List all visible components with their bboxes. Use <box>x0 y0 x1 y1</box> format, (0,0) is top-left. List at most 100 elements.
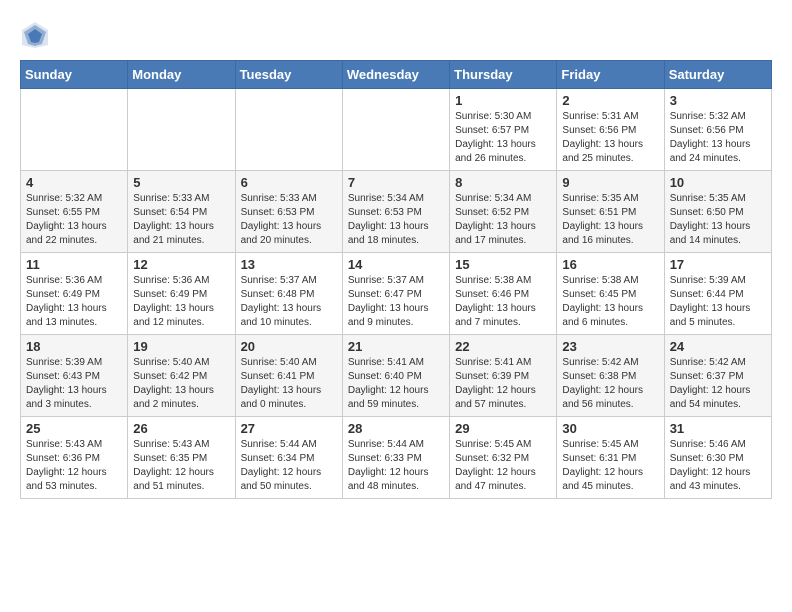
calendar-cell: 1 Sunrise: 5:30 AM Sunset: 6:57 PM Daylig… <box>450 89 557 171</box>
day-info: Sunrise: 5:33 AM Sunset: 6:54 PM Dayligh… <box>133 192 229 248</box>
calendar-cell: 27Sunrise: 5:44 AM Sunset: 6:34 PM Dayli… <box>235 417 342 499</box>
day-info: Sunrise: 5:40 AM Sunset: 6:41 PM Dayligh… <box>241 356 337 412</box>
day-info: Sunrise: 5:36 AM Sunset: 6:49 PM Dayligh… <box>133 274 229 330</box>
calendar-week-row: 1 Sunrise: 5:30 AM Sunset: 6:57 PM Daylig… <box>21 89 772 171</box>
day-number: 12 <box>133 257 229 272</box>
day-info: Sunrise: 5:43 AM Sunset: 6:36 PM Dayligh… <box>26 438 122 494</box>
calendar-cell: 6 Sunrise: 5:33 AM Sunset: 6:53 PM Daylig… <box>235 171 342 253</box>
day-info: Sunrise: 5:34 AM Sunset: 6:53 PM Dayligh… <box>348 192 444 248</box>
day-info: Sunrise: 5:43 AM Sunset: 6:35 PM Dayligh… <box>133 438 229 494</box>
calendar-cell: 15 Sunrise: 5:38 AM Sunset: 6:46 PM Dayli… <box>450 253 557 335</box>
day-info: Sunrise: 5:40 AM Sunset: 6:42 PM Dayligh… <box>133 356 229 412</box>
day-number: 15 <box>455 257 551 272</box>
calendar-cell: 7 Sunrise: 5:34 AM Sunset: 6:53 PM Daylig… <box>342 171 449 253</box>
calendar-cell: 31 Sunrise: 5:46 AM Sunset: 6:30 PM Dayli… <box>664 417 771 499</box>
day-number: 29 <box>455 421 551 436</box>
day-info: Sunrise: 5:41 AM Sunset: 6:40 PM Dayligh… <box>348 356 444 412</box>
day-info: Sunrise: 5:34 AM Sunset: 6:52 PM Dayligh… <box>455 192 551 248</box>
day-number: 25 <box>26 421 122 436</box>
day-info: Sunrise: 5:35 AM Sunset: 6:51 PM Dayligh… <box>562 192 658 248</box>
day-number: 2 <box>562 93 658 108</box>
day-number: 13 <box>241 257 337 272</box>
day-info: Sunrise: 5:36 AM Sunset: 6:49 PM Dayligh… <box>26 274 122 330</box>
day-header-tuesday: Tuesday <box>235 61 342 89</box>
calendar-cell: 8 Sunrise: 5:34 AM Sunset: 6:52 PM Daylig… <box>450 171 557 253</box>
calendar-cell: 4 Sunrise: 5:32 AM Sunset: 6:55 PM Daylig… <box>21 171 128 253</box>
day-info: Sunrise: 5:42 AM Sunset: 6:37 PM Dayligh… <box>670 356 766 412</box>
day-info: Sunrise: 5:35 AM Sunset: 6:50 PM Dayligh… <box>670 192 766 248</box>
calendar-cell: 14 Sunrise: 5:37 AM Sunset: 6:47 PM Dayli… <box>342 253 449 335</box>
calendar-cell: 21 Sunrise: 5:41 AM Sunset: 6:40 PM Dayli… <box>342 335 449 417</box>
day-info: Sunrise: 5:33 AM Sunset: 6:53 PM Dayligh… <box>241 192 337 248</box>
logo <box>20 20 54 50</box>
calendar-cell: 30Sunrise: 5:45 AM Sunset: 6:31 PM Dayli… <box>557 417 664 499</box>
calendar-cell <box>128 89 235 171</box>
calendar-cell <box>342 89 449 171</box>
calendar-cell: 26 Sunrise: 5:43 AM Sunset: 6:35 PM Dayli… <box>128 417 235 499</box>
calendar-cell: 19 Sunrise: 5:40 AM Sunset: 6:42 PM Dayli… <box>128 335 235 417</box>
calendar-cell: 13Sunrise: 5:37 AM Sunset: 6:48 PM Dayli… <box>235 253 342 335</box>
calendar-week-row: 11 Sunrise: 5:36 AM Sunset: 6:49 PM Dayli… <box>21 253 772 335</box>
day-info: Sunrise: 5:42 AM Sunset: 6:38 PM Dayligh… <box>562 356 658 412</box>
calendar-cell: 28 Sunrise: 5:44 AM Sunset: 6:33 PM Dayli… <box>342 417 449 499</box>
day-header-monday: Monday <box>128 61 235 89</box>
day-number: 28 <box>348 421 444 436</box>
day-number: 1 <box>455 93 551 108</box>
day-info: Sunrise: 5:32 AM Sunset: 6:56 PM Dayligh… <box>670 110 766 166</box>
calendar-cell: 20 Sunrise: 5:40 AM Sunset: 6:41 PM Dayli… <box>235 335 342 417</box>
day-number: 24 <box>670 339 766 354</box>
day-number: 18 <box>26 339 122 354</box>
day-header-sunday: Sunday <box>21 61 128 89</box>
day-number: 3 <box>670 93 766 108</box>
page-header <box>20 20 772 50</box>
calendar-cell: 16Sunrise: 5:38 AM Sunset: 6:45 PM Dayli… <box>557 253 664 335</box>
day-info: Sunrise: 5:38 AM Sunset: 6:46 PM Dayligh… <box>455 274 551 330</box>
day-info: Sunrise: 5:44 AM Sunset: 6:33 PM Dayligh… <box>348 438 444 494</box>
day-number: 23 <box>562 339 658 354</box>
day-number: 26 <box>133 421 229 436</box>
day-info: Sunrise: 5:39 AM Sunset: 6:44 PM Dayligh… <box>670 274 766 330</box>
day-number: 8 <box>455 175 551 190</box>
calendar-cell: 11 Sunrise: 5:36 AM Sunset: 6:49 PM Dayli… <box>21 253 128 335</box>
day-number: 4 <box>26 175 122 190</box>
day-header-friday: Friday <box>557 61 664 89</box>
logo-icon <box>20 20 50 50</box>
day-number: 17 <box>670 257 766 272</box>
day-number: 7 <box>348 175 444 190</box>
day-info: Sunrise: 5:39 AM Sunset: 6:43 PM Dayligh… <box>26 356 122 412</box>
calendar-cell <box>21 89 128 171</box>
calendar-table: SundayMondayTuesdayWednesdayThursdayFrid… <box>20 60 772 499</box>
day-header-saturday: Saturday <box>664 61 771 89</box>
calendar-cell: 24 Sunrise: 5:42 AM Sunset: 6:37 PM Dayli… <box>664 335 771 417</box>
calendar-week-row: 18 Sunrise: 5:39 AM Sunset: 6:43 PM Dayli… <box>21 335 772 417</box>
day-info: Sunrise: 5:41 AM Sunset: 6:39 PM Dayligh… <box>455 356 551 412</box>
day-number: 20 <box>241 339 337 354</box>
day-info: Sunrise: 5:31 AM Sunset: 6:56 PM Dayligh… <box>562 110 658 166</box>
calendar-cell: 5 Sunrise: 5:33 AM Sunset: 6:54 PM Daylig… <box>128 171 235 253</box>
day-number: 14 <box>348 257 444 272</box>
day-info: Sunrise: 5:38 AM Sunset: 6:45 PM Dayligh… <box>562 274 658 330</box>
day-number: 9 <box>562 175 658 190</box>
day-number: 11 <box>26 257 122 272</box>
day-info: Sunrise: 5:46 AM Sunset: 6:30 PM Dayligh… <box>670 438 766 494</box>
calendar-cell: 18 Sunrise: 5:39 AM Sunset: 6:43 PM Dayli… <box>21 335 128 417</box>
day-number: 21 <box>348 339 444 354</box>
calendar-cell: 29 Sunrise: 5:45 AM Sunset: 6:32 PM Dayli… <box>450 417 557 499</box>
day-number: 10 <box>670 175 766 190</box>
calendar-cell: 9 Sunrise: 5:35 AM Sunset: 6:51 PM Daylig… <box>557 171 664 253</box>
day-info: Sunrise: 5:32 AM Sunset: 6:55 PM Dayligh… <box>26 192 122 248</box>
calendar-cell: 2 Sunrise: 5:31 AM Sunset: 6:56 PM Daylig… <box>557 89 664 171</box>
day-info: Sunrise: 5:30 AM Sunset: 6:57 PM Dayligh… <box>455 110 551 166</box>
day-info: Sunrise: 5:37 AM Sunset: 6:47 PM Dayligh… <box>348 274 444 330</box>
day-number: 19 <box>133 339 229 354</box>
day-number: 31 <box>670 421 766 436</box>
calendar-cell: 3 Sunrise: 5:32 AM Sunset: 6:56 PM Daylig… <box>664 89 771 171</box>
calendar-cell: 10 Sunrise: 5:35 AM Sunset: 6:50 PM Dayli… <box>664 171 771 253</box>
day-number: 6 <box>241 175 337 190</box>
day-info: Sunrise: 5:45 AM Sunset: 6:32 PM Dayligh… <box>455 438 551 494</box>
calendar-header-row: SundayMondayTuesdayWednesdayThursdayFrid… <box>21 61 772 89</box>
day-number: 5 <box>133 175 229 190</box>
day-header-thursday: Thursday <box>450 61 557 89</box>
day-number: 27 <box>241 421 337 436</box>
calendar-cell: 22Sunrise: 5:41 AM Sunset: 6:39 PM Dayli… <box>450 335 557 417</box>
